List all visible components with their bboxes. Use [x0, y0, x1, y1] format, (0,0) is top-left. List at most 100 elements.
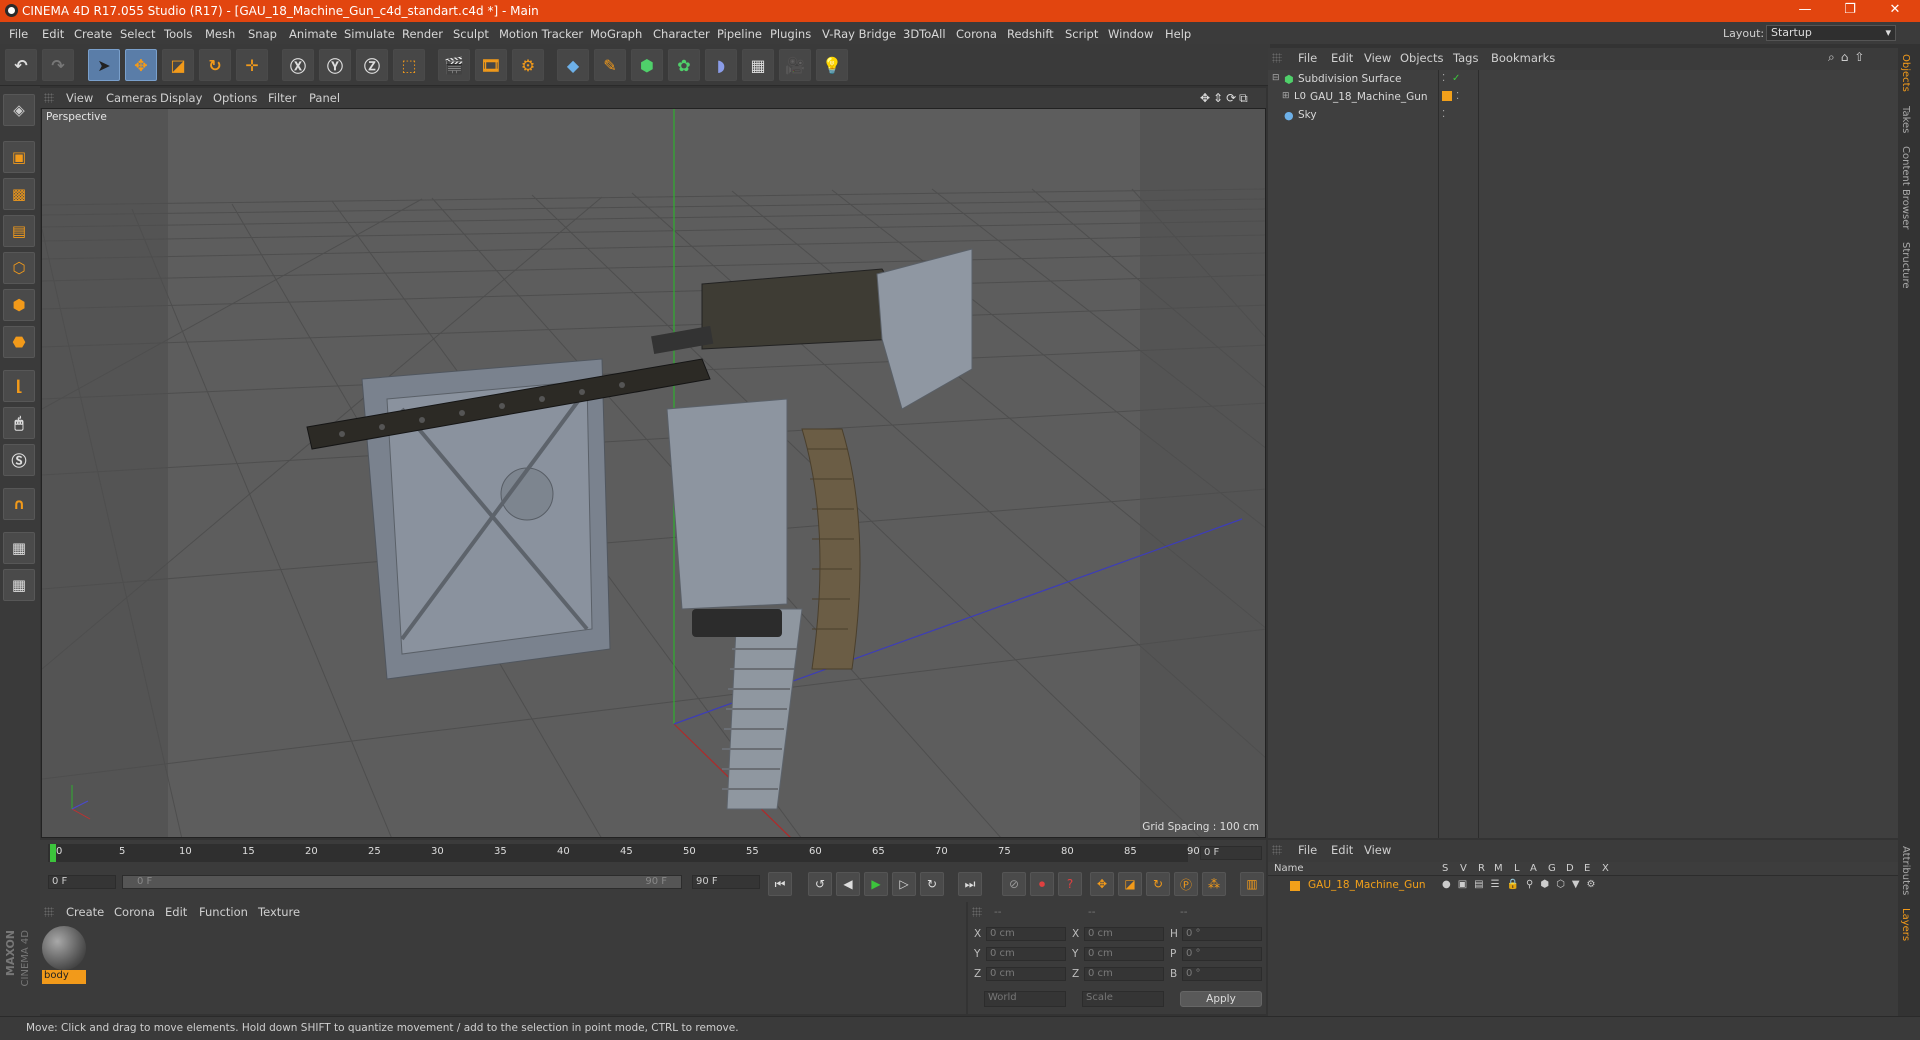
tab-content-browser[interactable]: Content Browser — [1900, 146, 1911, 229]
selection-tool-button[interactable]: ➤ — [88, 49, 120, 81]
model-mode-button[interactable]: ▣ — [3, 141, 35, 173]
menu-motion-tracker[interactable]: Motion Tracker — [499, 27, 583, 41]
scale-dropdown[interactable]: Scale — [1082, 991, 1164, 1007]
tab-layers[interactable]: Layers — [1900, 908, 1911, 941]
key-pla-button[interactable]: ⁂ — [1202, 872, 1226, 896]
snap-button[interactable]: Ⓢ — [3, 444, 35, 476]
size-z-field[interactable]: 0 cm — [1084, 967, 1164, 981]
close-button[interactable]: ✕ — [1880, 2, 1910, 20]
viewport-menu-cameras[interactable]: Cameras — [106, 91, 157, 105]
position-x-field[interactable]: 0 cm — [986, 927, 1066, 941]
range-slider[interactable]: 0 F 90 F — [122, 875, 682, 889]
material-label[interactable]: body — [42, 970, 86, 984]
key-rotation-button[interactable]: ↻ — [1146, 872, 1170, 896]
collapse-icon[interactable]: ⊟ — [1272, 73, 1280, 83]
apply-button[interactable]: Apply — [1180, 991, 1262, 1007]
light-object-button[interactable]: 💡 — [816, 49, 848, 81]
subdivision-surface-button[interactable]: ⬢ — [631, 49, 663, 81]
viewport-menu-filter[interactable]: Filter — [268, 91, 296, 105]
tab-structure[interactable]: Structure — [1900, 242, 1911, 289]
viewport-menu-panel[interactable]: Panel — [309, 91, 340, 105]
key-parameter-button[interactable]: Ⓟ — [1174, 872, 1198, 896]
object-row-sky[interactable]: ● Sky ⁚ — [1268, 108, 1898, 124]
workplane-lock-button[interactable]: ▦ — [3, 532, 35, 564]
layers-menu-view[interactable]: View — [1364, 843, 1391, 857]
timeline-window-button[interactable]: ▥ — [1240, 872, 1264, 896]
polygons-mode-button[interactable]: ⬣ — [3, 326, 35, 358]
rotation-b-field[interactable]: 0 ° — [1182, 967, 1262, 981]
workplane-snap-button[interactable]: ▦ — [3, 569, 35, 601]
menu-select[interactable]: Select — [120, 27, 155, 41]
go-to-end-button[interactable]: ⏭ — [958, 872, 982, 896]
visibility-dots-icon[interactable]: ⁚ — [1456, 91, 1459, 102]
layer-toggle-icons[interactable]: ●▣▤☰🔒⚲⬢⬡▼⚙ — [1442, 879, 1602, 890]
transform-tool-button[interactable]: ✛ — [236, 49, 268, 81]
material-menu-edit[interactable]: Edit — [165, 905, 187, 919]
end-frame-field[interactable]: 90 F — [692, 875, 760, 889]
tab-objects[interactable]: Objects — [1900, 54, 1911, 92]
render-picture-viewer-button[interactable]: 🎞 — [475, 49, 507, 81]
auto-keying-button[interactable]: ⏺ — [1030, 872, 1054, 896]
menu-mograph[interactable]: MoGraph — [590, 27, 642, 41]
viewport-nav-icons[interactable]: ✥⇕⟳⧉ — [1200, 91, 1251, 106]
layers-menu-edit[interactable]: Edit — [1331, 843, 1353, 857]
scale-tool-button[interactable]: ◪ — [162, 49, 194, 81]
menu-redshift[interactable]: Redshift — [1007, 27, 1054, 41]
menu-window[interactable]: Window — [1108, 27, 1153, 41]
rotation-p-field[interactable]: 0 ° — [1182, 947, 1262, 961]
tab-attributes[interactable]: Attributes — [1900, 846, 1911, 895]
visibility-dots-icon[interactable]: ⁚ — [1442, 109, 1445, 120]
menu-animate[interactable]: Animate — [289, 27, 337, 41]
pen-spline-button[interactable]: ✎ — [594, 49, 626, 81]
objects-menu-view[interactable]: View — [1364, 51, 1391, 65]
size-y-field[interactable]: 0 cm — [1084, 947, 1164, 961]
make-editable-button[interactable]: ◈ — [3, 94, 35, 126]
cube-object-button[interactable]: ◆ — [557, 49, 589, 81]
menu-snap[interactable]: Snap — [248, 27, 277, 41]
rotate-tool-button[interactable]: ↻ — [199, 49, 231, 81]
viewport-menu-view[interactable]: View — [66, 91, 93, 105]
redo-button[interactable]: ↷ — [42, 49, 74, 81]
texture-mode-button[interactable]: ▩ — [3, 178, 35, 210]
menu-corona[interactable]: Corona — [956, 27, 997, 41]
current-frame-field[interactable]: 0 F — [1200, 846, 1262, 860]
z-axis-lock-button[interactable]: Ⓩ — [356, 49, 388, 81]
cloner-button[interactable]: ✿ — [668, 49, 700, 81]
layer-color-icon[interactable] — [1290, 881, 1300, 891]
key-position-button[interactable]: ✥ — [1090, 872, 1114, 896]
next-frame-button[interactable]: ▷ — [892, 872, 916, 896]
key-scale-button[interactable]: ◪ — [1118, 872, 1142, 896]
material-menu-create[interactable]: Create — [66, 905, 104, 919]
timeline-ruler[interactable]: 0 5 10 15 20 25 30 35 40 45 50 55 60 65 … — [48, 844, 1200, 862]
object-row-subdivision-surface[interactable]: ⊟ ⬢ Subdivision Surface ⁚ ✓ — [1268, 72, 1898, 88]
restore-button[interactable]: ❐ — [1835, 2, 1865, 20]
viewport-menu-display[interactable]: Display — [160, 91, 202, 105]
coordinate-system-button[interactable]: ⬚ — [393, 49, 425, 81]
menu-simulate[interactable]: Simulate — [344, 27, 395, 41]
start-frame-field[interactable]: 0 F — [48, 875, 116, 889]
menu-plugins[interactable]: Plugins — [770, 27, 811, 41]
enabled-check-icon[interactable]: ✓ — [1452, 73, 1460, 84]
menu-render[interactable]: Render — [402, 27, 443, 41]
menu-vray-bridge[interactable]: V-Ray Bridge — [822, 27, 896, 41]
menu-3dtoall[interactable]: 3DToAll — [903, 27, 946, 41]
objects-menu-edit[interactable]: Edit — [1331, 51, 1353, 65]
layout-select[interactable]: Startup ▾ — [1766, 25, 1896, 41]
objects-menu-bookmarks[interactable]: Bookmarks — [1491, 51, 1555, 65]
floor-object-button[interactable]: ▦ — [742, 49, 774, 81]
viewport-menu-options[interactable]: Options — [213, 91, 257, 105]
camera-object-button[interactable]: 🎥 — [779, 49, 811, 81]
undo-button[interactable]: ↶ — [5, 49, 37, 81]
record-keys-button[interactable]: ⊘ — [1002, 872, 1026, 896]
objects-menu-file[interactable]: File — [1298, 51, 1317, 65]
menu-sculpt[interactable]: Sculpt — [453, 27, 489, 41]
objects-header-icons[interactable]: ⌕⌂⇧ — [1828, 50, 1870, 65]
tweak-mode-button[interactable]: 🖱 — [3, 407, 35, 439]
previous-frame-button[interactable]: ◀ — [836, 872, 860, 896]
perspective-viewport[interactable]: Perspective Grid Spacing : 100 cm — [41, 108, 1266, 838]
points-mode-button[interactable]: ⬡ — [3, 252, 35, 284]
world-dropdown[interactable]: World — [984, 991, 1066, 1007]
layer-color-icon[interactable] — [1442, 91, 1452, 101]
menu-file[interactable]: File — [9, 27, 28, 41]
edges-mode-button[interactable]: ⬢ — [3, 289, 35, 321]
